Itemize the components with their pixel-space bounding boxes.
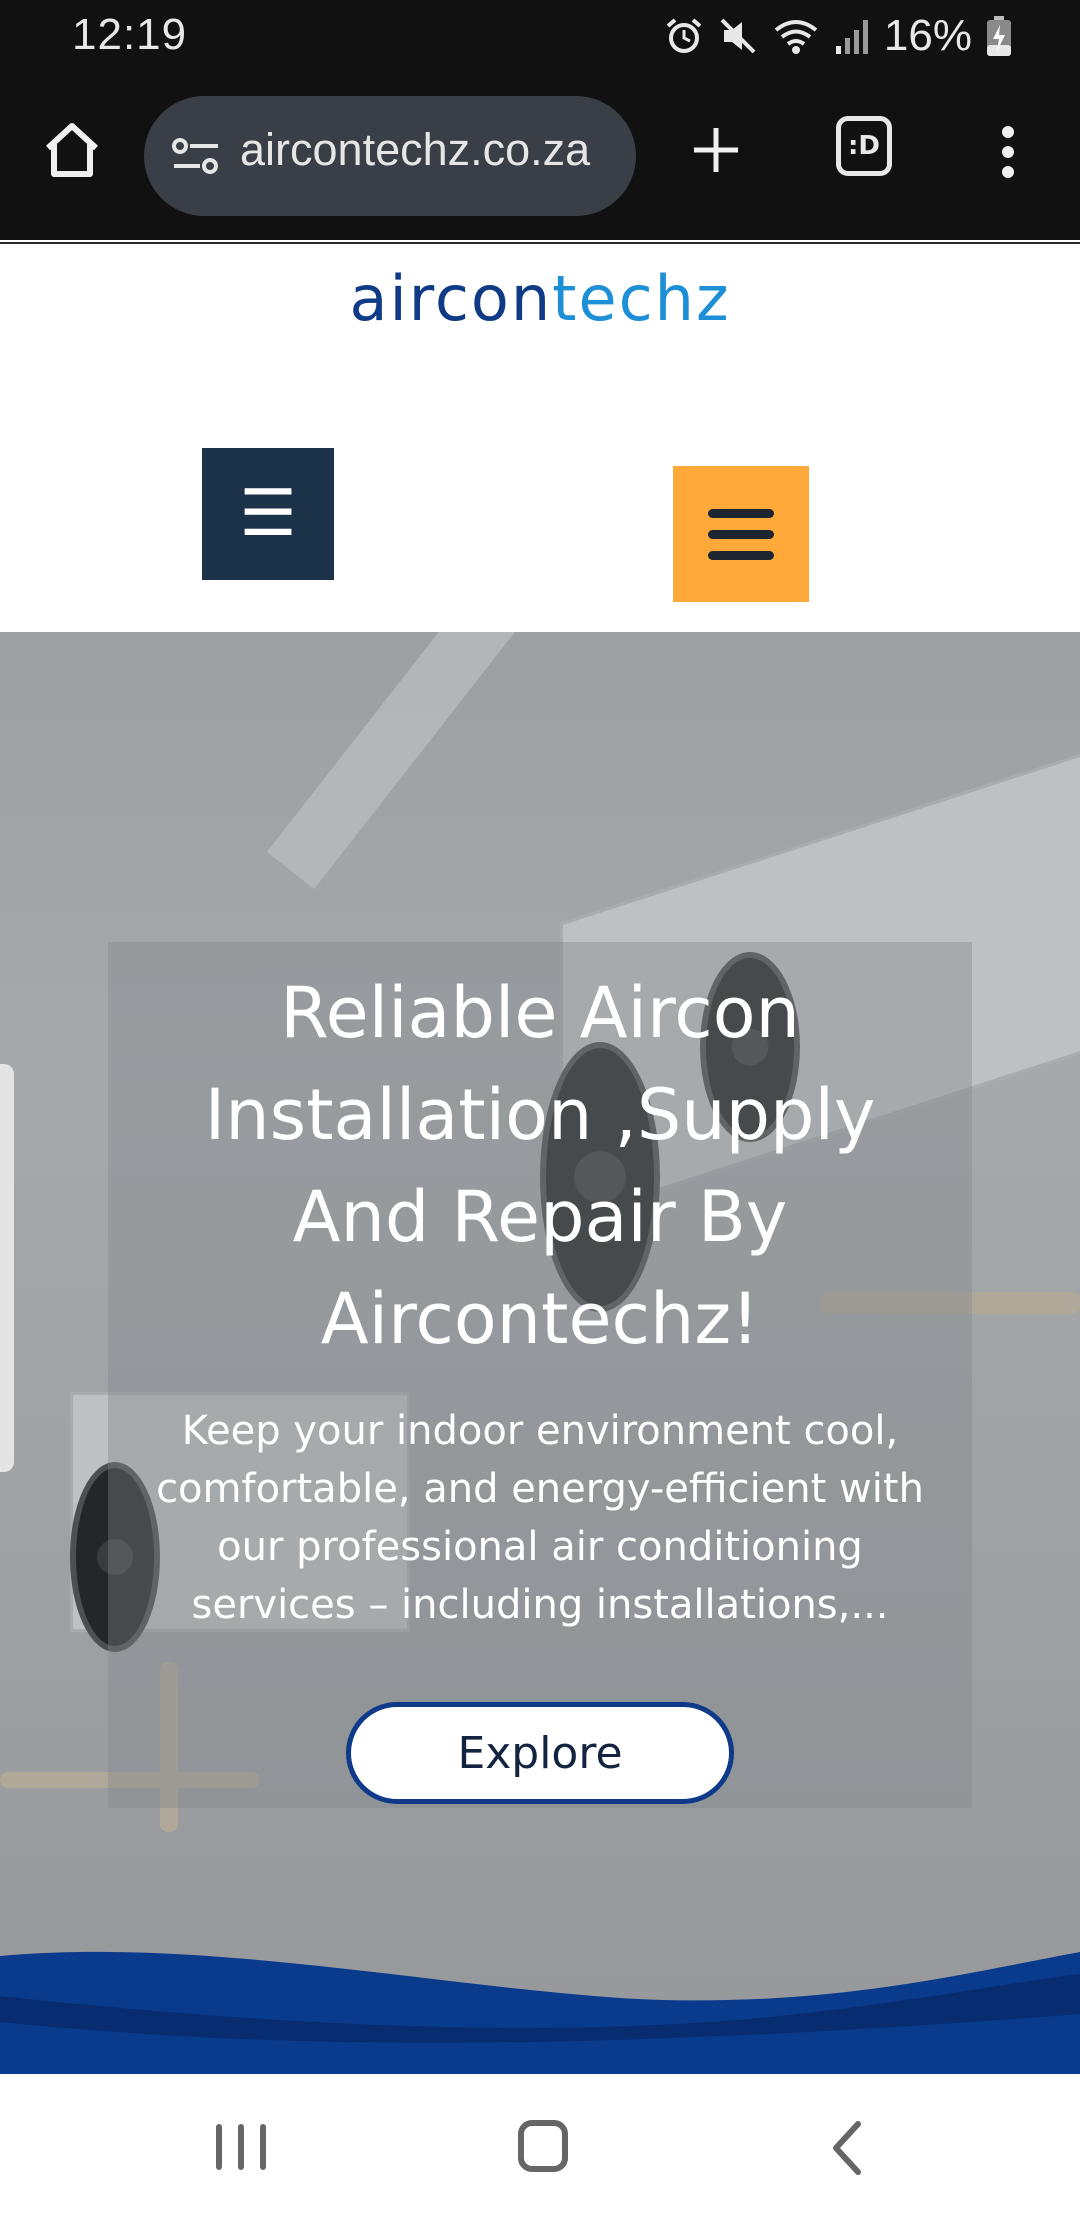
back-icon[interactable]	[826, 2118, 866, 2178]
url-text: aircontechz.co.za	[240, 124, 591, 175]
battery-percent: 16%	[883, 11, 972, 60]
hero-section: Reliable Aircon Installation ,Supply And…	[0, 632, 1080, 2074]
alarm-icon	[666, 18, 702, 53]
signal-icon	[835, 20, 868, 54]
new-tab-icon	[694, 128, 738, 172]
hero-wave	[0, 1951, 1080, 2074]
status-bar: 12:19 16%	[0, 0, 1080, 72]
hero-desc-line: Keep your indoor environment cool,	[181, 1408, 899, 1454]
hero-content-box: Reliable Aircon Installation ,Supply And…	[108, 942, 972, 1808]
hamburger-bar	[708, 529, 774, 539]
site-settings-icon[interactable]	[170, 136, 222, 176]
hamburger-icon: ☰	[239, 477, 297, 551]
tabs-button[interactable]: :D	[836, 116, 892, 176]
browser-toolbar: aircontechz.co.za :D	[0, 72, 1080, 240]
hero-description: Keep your indoor environment cool, comfo…	[138, 1402, 942, 1634]
logo-part-techz: techz	[552, 262, 731, 335]
hero-desc-line: comfortable, and energy-efficient with	[156, 1466, 924, 1512]
new-tab-button[interactable]	[680, 110, 752, 190]
address-bar[interactable]: aircontechz.co.za	[144, 96, 636, 216]
hamburger-bar	[708, 550, 774, 560]
explore-button[interactable]: Explore	[346, 1702, 734, 1804]
logo-part-aircon: aircon	[349, 262, 553, 335]
home-button[interactable]	[34, 112, 110, 188]
hero-title-line: Reliable Aircon	[280, 972, 800, 1054]
hero-title-line: Installation ,Supply	[204, 1074, 876, 1156]
site-logo[interactable]: aircontechz	[0, 262, 1080, 335]
mute-icon	[720, 18, 756, 54]
recent-apps-icon	[260, 2124, 266, 2170]
home-nav-button[interactable]	[518, 2120, 568, 2172]
home-icon	[45, 123, 99, 177]
hero-desc-line: our professional air conditioning	[217, 1524, 863, 1570]
wifi-icon	[774, 20, 818, 54]
status-icons: 16%	[664, 10, 1012, 62]
battery-charging-icon	[987, 16, 1011, 56]
recent-apps-icon	[216, 2124, 222, 2170]
hamburger-bar	[708, 508, 774, 518]
menu-toggle-button[interactable]: ☰	[202, 448, 334, 580]
tabs-icon-label: :D	[848, 131, 880, 161]
mobile-menu-button[interactable]	[673, 466, 809, 602]
android-navigation-bar	[0, 2074, 1080, 2220]
more-menu-button[interactable]	[984, 112, 1032, 192]
more-menu-icon	[1002, 126, 1014, 178]
hero-title-line: And Repair By	[292, 1176, 788, 1258]
side-tab[interactable]	[0, 1064, 14, 1472]
recent-apps-button[interactable]	[216, 2124, 266, 2174]
hero-title-line: Aircontechz!	[320, 1278, 760, 1360]
status-time: 12:19	[72, 10, 188, 59]
hero-title: Reliable Aircon Installation ,Supply And…	[108, 962, 972, 1370]
hero-desc-line: services – including installations,...	[191, 1582, 889, 1628]
site-header: aircontechz ☰	[0, 242, 1080, 632]
recent-apps-icon	[238, 2124, 244, 2170]
